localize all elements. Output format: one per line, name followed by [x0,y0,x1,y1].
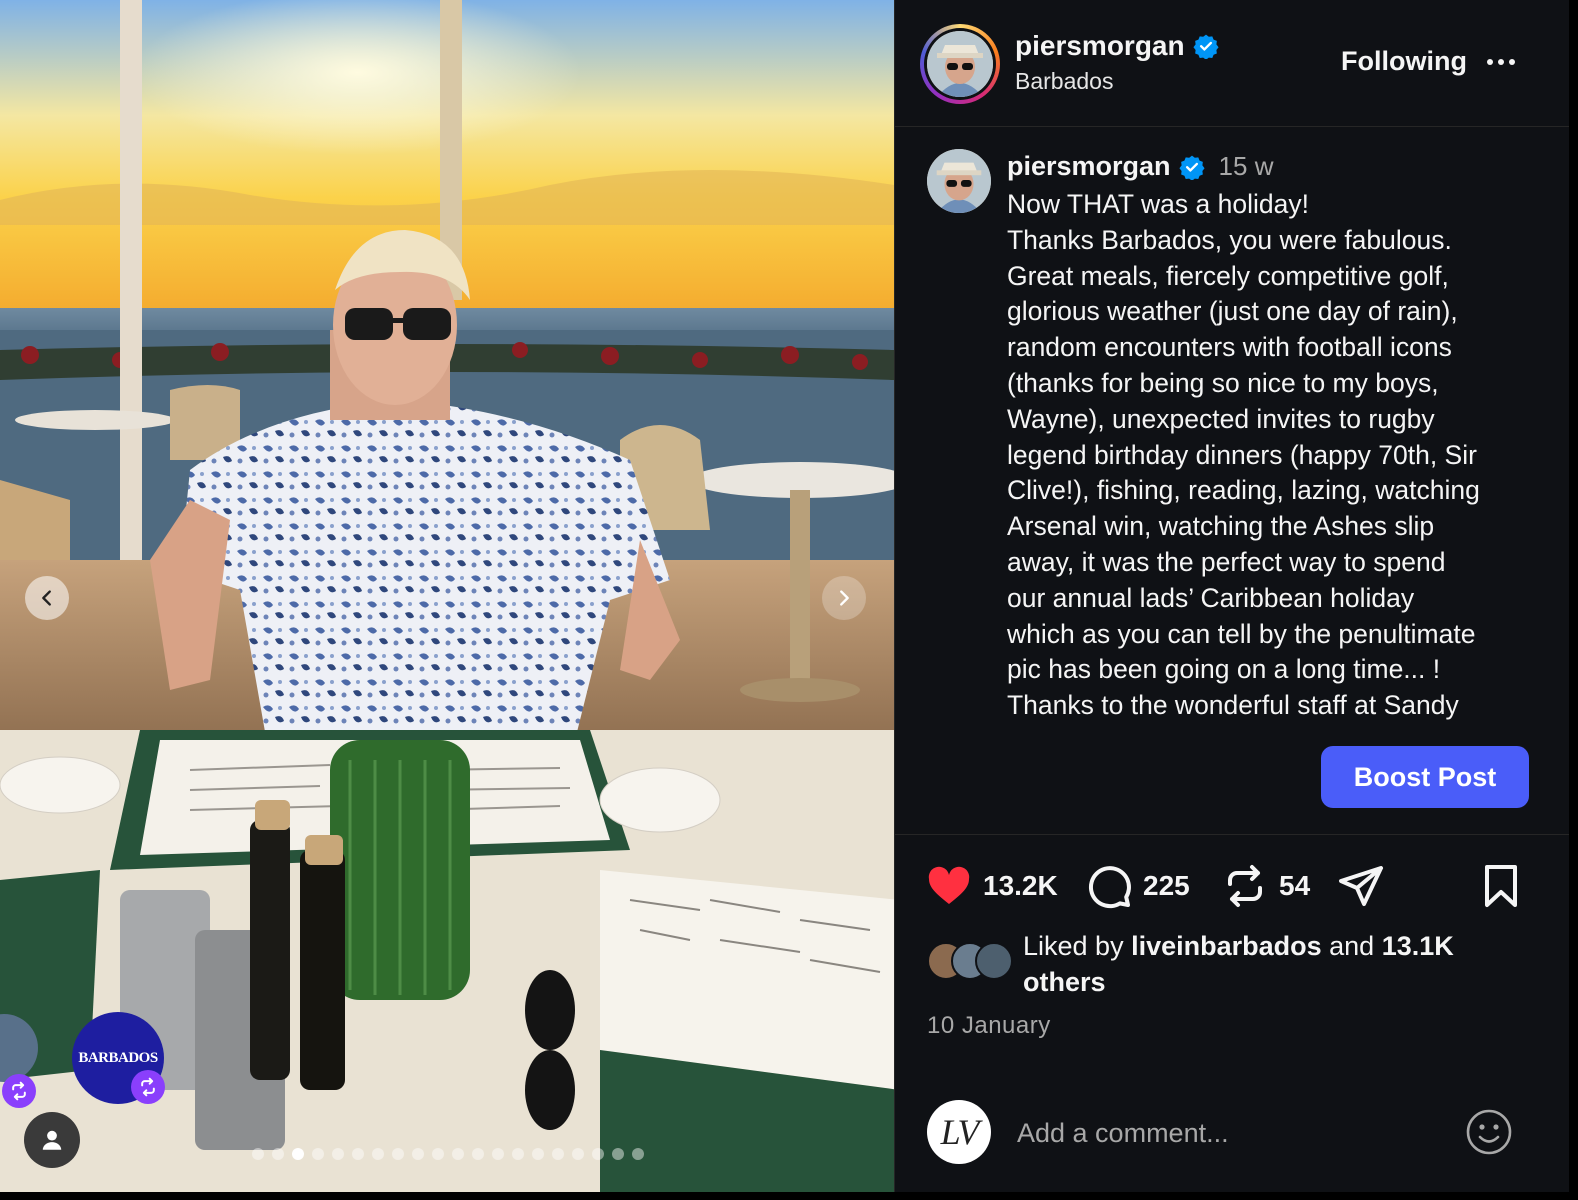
smiley-icon [1466,1109,1512,1155]
tagged-users-button[interactable] [24,1112,80,1168]
carousel-indicator [252,1148,644,1160]
carousel-dot [412,1148,424,1160]
post-header: piersmorgan Barbados Following [895,0,1569,127]
profile-avatar-story-ring[interactable] [920,24,1000,104]
post-photo [0,0,894,1192]
profile-avatar [927,31,993,97]
liked-by-user[interactable]: liveinbarbados [1131,931,1322,961]
comment-icon [1088,866,1131,909]
carousel-dot [392,1148,404,1160]
emoji-button[interactable] [1465,1108,1513,1156]
post-media: BARBADOS [0,0,894,1192]
liker-avatar [975,942,1013,980]
chevron-right-icon [840,590,849,606]
caption-username[interactable]: piersmorgan [1007,151,1171,182]
post-date[interactable]: 10 January [927,1012,1051,1040]
carousel-dot [552,1148,564,1160]
carousel-next-button[interactable] [822,576,866,620]
user-icon [42,1130,62,1150]
post-caption: piersmorgan 15 w Now THAT was a holiday!… [895,127,1569,721]
comment-input[interactable] [1015,1110,1449,1156]
repost-icon [1228,865,1262,907]
carousel-dot [612,1148,624,1160]
repost-icon [12,1081,26,1101]
comment-count[interactable]: 225 [1143,870,1190,902]
comment-button[interactable]: 225 [1085,862,1190,910]
bookmark-icon [1485,865,1517,907]
carousel-dot [292,1148,304,1160]
carousel-dot [372,1148,384,1160]
liked-by-text[interactable]: Liked by liveinbarbados and 13.1K others [1023,928,1493,1000]
current-user-avatar[interactable]: LV [927,1100,991,1164]
header-location[interactable]: Barbados [1015,68,1113,95]
carousel-prev-button[interactable] [25,576,69,620]
carousel-dot [452,1148,464,1160]
carousel-dot [472,1148,484,1160]
send-icon [1339,866,1383,906]
carousel-dot [352,1148,364,1160]
post-actions: 13.2K 225 54 [925,862,1545,912]
following-button[interactable]: Following [1341,46,1467,77]
repost-button[interactable]: 54 [1221,862,1310,910]
liked-by-middle: and [1321,931,1382,961]
carousel-dot [432,1148,444,1160]
carousel-dot [252,1148,264,1160]
repost-icon [141,1077,155,1097]
carousel-dot [512,1148,524,1160]
repost-count[interactable]: 54 [1279,870,1310,902]
liker-avatars[interactable] [927,942,1017,982]
repost-badge [131,1070,165,1104]
verified-badge-icon [1193,33,1219,59]
carousel-dot [312,1148,324,1160]
chevron-left-icon [42,590,51,606]
like-count[interactable]: 13.2K [983,870,1058,902]
verified-badge-icon [1178,154,1205,180]
caption-avatar[interactable] [927,149,991,213]
post-details-panel: piersmorgan Barbados Following piersmorg… [894,0,1569,1192]
carousel-dot [632,1148,644,1160]
liked-by-prefix: Liked by [1023,931,1132,961]
collab-logo-text: BARBADOS [78,1049,158,1066]
carousel-dot [272,1148,284,1160]
heart-filled-icon [928,866,970,904]
carousel-dot [332,1148,344,1160]
divider [895,834,1569,835]
like-button[interactable]: 13.2K [925,862,1058,910]
header-username[interactable]: piersmorgan [1015,30,1185,62]
save-button[interactable] [1477,862,1525,910]
carousel-dot [592,1148,604,1160]
post-modal: BARBADOS piersmorgan Barbados Following … [0,0,1569,1192]
carousel-dot [572,1148,584,1160]
post-timestamp[interactable]: 15 w [1219,151,1274,182]
repost-badge [2,1074,36,1108]
current-user-avatar-text: LV [940,1112,980,1152]
share-button[interactable] [1337,862,1385,910]
comment-composer: LV [895,1082,1569,1182]
carousel-dot [492,1148,504,1160]
carousel-dot [532,1148,544,1160]
boost-post-button[interactable]: Boost Post [1321,746,1529,808]
more-options-icon[interactable] [1487,50,1523,74]
caption-text: Now THAT was a holiday! Thanks Barbados,… [1007,189,1480,721]
